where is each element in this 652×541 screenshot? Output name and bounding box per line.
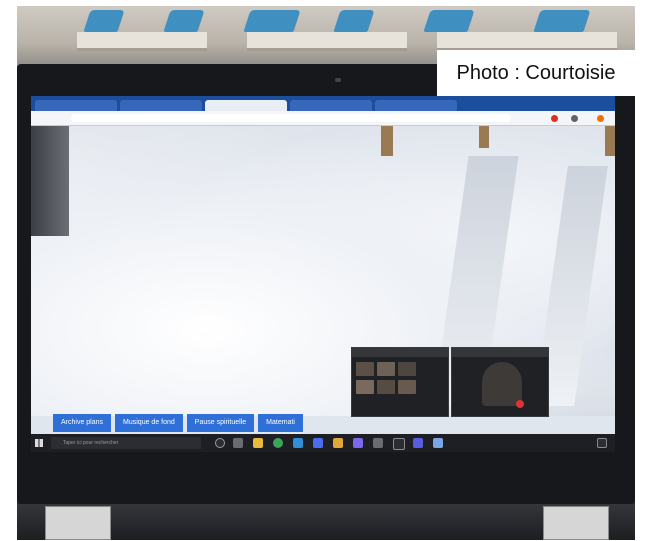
- hang-up-icon[interactable]: [516, 400, 524, 408]
- shortcut-button[interactable]: Matemati: [258, 414, 303, 432]
- fence-post: [605, 126, 615, 156]
- taskbar: Taper ici pour rechercher: [31, 434, 615, 452]
- browser-tab[interactable]: [120, 100, 202, 111]
- app-icon[interactable]: [393, 438, 405, 450]
- browser-tabbar: [31, 96, 615, 111]
- store-icon[interactable]: [313, 438, 323, 448]
- shortcut-button[interactable]: Archive plans: [53, 414, 112, 432]
- participant-tile: [356, 380, 374, 394]
- participant-tile: [356, 362, 374, 376]
- shortcut-button[interactable]: Pause spirituelle: [186, 414, 255, 432]
- profile-icon[interactable]: [597, 115, 604, 122]
- shortcut-bar: Archive plans Musique de fond Pause spir…: [53, 414, 303, 432]
- url-input[interactable]: [71, 114, 511, 122]
- taskbar-search-input[interactable]: Taper ici pour rechercher: [51, 437, 201, 449]
- laptop-hinge: [45, 506, 111, 540]
- participant-video: [482, 362, 522, 406]
- chrome-icon[interactable]: [273, 438, 283, 448]
- browser-tab-active[interactable]: [205, 100, 287, 111]
- video-call-popups: [351, 347, 549, 417]
- participant-tile: [377, 380, 395, 394]
- webcam-icon: [335, 78, 341, 82]
- notification-icon[interactable]: [597, 438, 607, 448]
- windows-start-icon[interactable]: [35, 439, 43, 447]
- file-explorer-icon[interactable]: [253, 438, 263, 448]
- browser-tab[interactable]: [35, 100, 117, 111]
- participant-tile: [398, 380, 416, 394]
- browser-address-bar: [31, 111, 615, 126]
- fence-post: [381, 126, 393, 156]
- cortana-icon[interactable]: [215, 438, 225, 448]
- teams-icon[interactable]: [353, 438, 363, 448]
- video-call-window[interactable]: [351, 347, 449, 417]
- laptop-screen: Archive plans Musique de fond Pause spir…: [31, 96, 615, 452]
- extension-icon[interactable]: [571, 115, 578, 122]
- shortcut-button[interactable]: Musique de fond: [115, 414, 183, 432]
- edge-icon[interactable]: [293, 438, 303, 448]
- popup-header: [352, 348, 448, 357]
- app-icon[interactable]: [433, 438, 443, 448]
- task-view-icon[interactable]: [233, 438, 243, 448]
- app-icon[interactable]: [373, 438, 383, 448]
- photo-credit: Photo : Courtoisie: [437, 50, 635, 96]
- app-icon[interactable]: [333, 438, 343, 448]
- video-call-window[interactable]: [451, 347, 549, 417]
- browser-tab[interactable]: [375, 100, 457, 111]
- laptop-hinge: [543, 506, 609, 540]
- participant-tile: [398, 362, 416, 376]
- fence-post: [479, 126, 489, 148]
- participant-tile: [377, 362, 395, 376]
- browser-tab[interactable]: [290, 100, 372, 111]
- app-icon[interactable]: [413, 438, 423, 448]
- popup-header: [452, 348, 548, 357]
- extension-icon[interactable]: [551, 115, 558, 122]
- tree-trunk-shape: [31, 126, 69, 236]
